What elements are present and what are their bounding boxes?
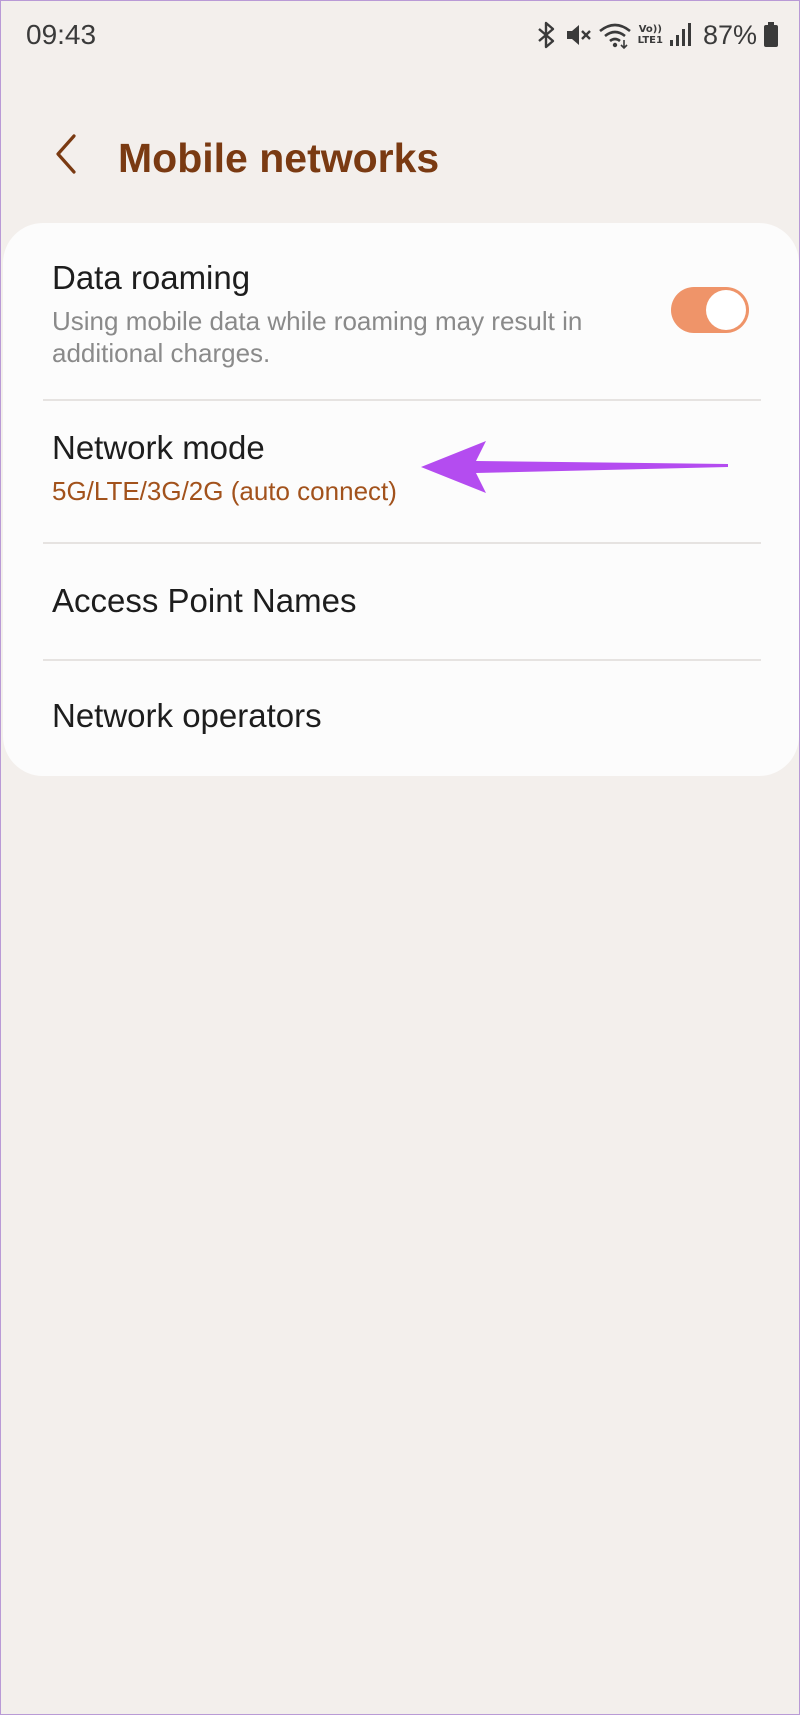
header: Mobile networks (1, 111, 799, 201)
data-roaming-row[interactable]: Data roaming Using mobile data while roa… (3, 223, 799, 400)
network-operators-title: Network operators (52, 697, 322, 734)
wifi-icon (598, 20, 632, 50)
chevron-left-icon (52, 132, 80, 181)
access-point-names-row[interactable]: Access Point Names (3, 544, 799, 659)
status-bar: 09:43 Vo)) LTE1 87% (1, 1, 799, 71)
settings-card: Data roaming Using mobile data while roa… (3, 223, 799, 776)
volte-badge-bottom: LTE1 (637, 35, 663, 46)
volte-badge-top: Vo)) (638, 24, 662, 35)
data-roaming-title: Data roaming (52, 259, 251, 296)
back-button[interactable] (41, 131, 91, 181)
volte-icon: Vo)) LTE1 (638, 24, 663, 46)
access-point-names-title: Access Point Names (52, 582, 357, 619)
arrow-left-icon (421, 437, 731, 497)
mute-icon (564, 20, 592, 50)
battery-icon (763, 20, 779, 50)
data-roaming-toggle[interactable] (671, 287, 749, 333)
signal-icon (669, 20, 693, 50)
network-mode-title: Network mode (52, 429, 265, 466)
status-time: 09:43 (26, 19, 97, 50)
bluetooth-icon (536, 20, 558, 50)
battery-percent: 87% (702, 19, 757, 50)
toggle-knob (706, 290, 746, 330)
page-title: Mobile networks (118, 135, 440, 181)
data-roaming-subtitle: Using mobile data while roaming may resu… (52, 306, 583, 368)
status-icons: Vo)) LTE1 87% (536, 17, 779, 53)
network-operators-row[interactable]: Network operators (3, 661, 799, 776)
